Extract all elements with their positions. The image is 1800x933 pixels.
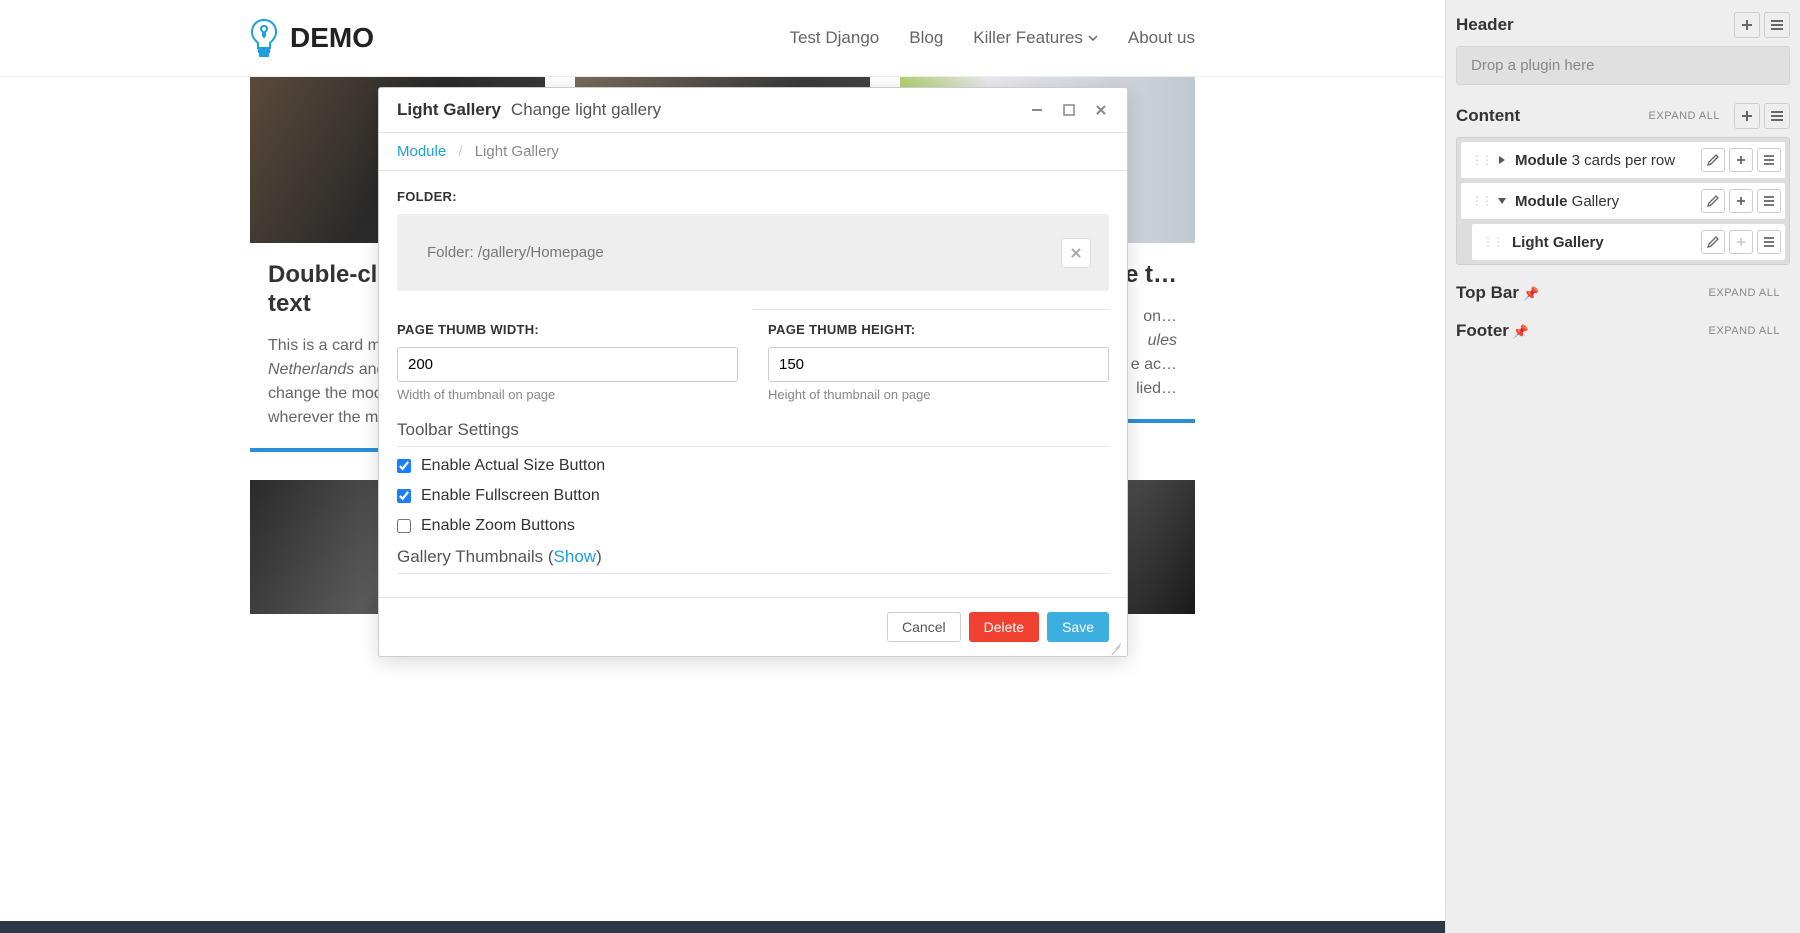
plugin-menu-button[interactable] — [1757, 230, 1781, 254]
plugin-light-gallery[interactable]: ⋮⋮ Light Gallery — [1471, 223, 1786, 261]
edit-plugin-button[interactable] — [1701, 148, 1725, 172]
topbar-section: Top Bar📌 EXPAND ALL — [1456, 283, 1790, 303]
show-thumbnails-link[interactable]: Show — [554, 547, 597, 566]
folder-label: FOLDER: — [397, 189, 1109, 204]
plugin-menu-button[interactable] — [1757, 148, 1781, 172]
plugin-label: Module 3 cards per row — [1511, 152, 1701, 169]
footer-section-title: Footer📌 — [1456, 321, 1709, 341]
modal-title: Light Gallery — [397, 100, 501, 120]
add-plugin-button[interactable] — [1734, 103, 1760, 129]
gallery-thumbnails-section: Gallery Thumbnails (Show) — [397, 547, 1109, 574]
breadcrumb-current: Light Gallery — [475, 143, 559, 160]
thumb-height-input[interactable] — [768, 347, 1109, 382]
thumb-width-label: PAGE THUMB WIDTH: — [397, 322, 738, 337]
structure-panel: Header Drop a plugin here Content EXPAND… — [1445, 0, 1800, 933]
expand-all-link[interactable]: EXPAND ALL — [1649, 110, 1720, 122]
plugin-module-gallery[interactable]: ⋮⋮ Module Gallery — [1460, 182, 1786, 220]
nav-link-about-us[interactable]: About us — [1128, 28, 1195, 48]
add-plugin-button[interactable] — [1734, 12, 1760, 38]
modal-header: Light Gallery Change light gallery — [379, 88, 1127, 133]
enable-fullscreen-checkbox[interactable] — [397, 489, 411, 503]
modal-body: FOLDER: Folder: /gallery/Homepage PAGE T… — [379, 171, 1127, 597]
pin-icon: 📌 — [1513, 324, 1529, 339]
header-section: Header Drop a plugin here — [1456, 12, 1790, 85]
enable-actual-size-checkbox[interactable] — [397, 459, 411, 473]
save-button[interactable]: Save — [1047, 612, 1109, 642]
toolbar-settings-heading: Toolbar Settings — [397, 420, 1109, 447]
main-content-area: DEMO Test Django Blog Killer Features Ab… — [0, 0, 1445, 933]
modal-footer: Cancel Delete Save — [379, 597, 1127, 656]
enable-zoom-label[interactable]: Enable Zoom Buttons — [421, 517, 575, 535]
enable-fullscreen-label[interactable]: Enable Fullscreen Button — [421, 487, 600, 505]
delete-button[interactable]: Delete — [969, 612, 1039, 642]
topbar-section-title: Top Bar📌 — [1456, 283, 1709, 303]
resize-handle[interactable] — [1111, 640, 1123, 652]
page-footer — [0, 921, 1445, 933]
plugin-module-3cards[interactable]: ⋮⋮ Module 3 cards per row — [1460, 141, 1786, 179]
light-gallery-modal: Light Gallery Change light gallery Modul… — [378, 87, 1128, 657]
modal-subtitle: Change light gallery — [511, 100, 661, 120]
brand-name: DEMO — [290, 22, 374, 54]
thumb-width-input[interactable] — [397, 347, 738, 382]
footer-section: Footer📌 EXPAND ALL — [1456, 321, 1790, 341]
expand-all-link[interactable]: EXPAND ALL — [1709, 325, 1780, 337]
section-menu-button[interactable] — [1764, 12, 1790, 38]
nav-link-blog[interactable]: Blog — [909, 28, 943, 48]
content-section-title: Content — [1456, 106, 1649, 126]
add-child-plugin-button-disabled — [1729, 230, 1753, 254]
folder-selector[interactable]: Folder: /gallery/Homepage — [397, 214, 1109, 291]
add-child-plugin-button[interactable] — [1729, 148, 1753, 172]
cancel-button[interactable]: Cancel — [887, 612, 961, 642]
nav-link-killer-features[interactable]: Killer Features — [973, 28, 1098, 48]
enable-zoom-checkbox[interactable] — [397, 519, 411, 533]
breadcrumb: Module / Light Gallery — [379, 133, 1127, 171]
plugin-label: Module Gallery — [1511, 193, 1701, 210]
drag-handle-icon[interactable]: ⋮⋮ — [1465, 198, 1497, 204]
header-section-title: Header — [1456, 15, 1730, 35]
nav-link-test-django[interactable]: Test Django — [789, 28, 879, 48]
clear-folder-button[interactable] — [1061, 238, 1091, 268]
thumb-height-help: Height of thumbnail on page — [768, 387, 1109, 402]
drag-handle-icon[interactable]: ⋮⋮ — [1476, 239, 1508, 245]
folder-path: Folder: /gallery/Homepage — [427, 244, 604, 261]
add-child-plugin-button[interactable] — [1729, 189, 1753, 213]
caret-down-icon[interactable] — [1497, 196, 1511, 206]
brand-logo[interactable]: DEMO — [250, 18, 374, 58]
nav-links: Test Django Blog Killer Features About u… — [789, 28, 1195, 48]
section-menu-button[interactable] — [1764, 103, 1790, 129]
pin-icon: 📌 — [1523, 286, 1539, 301]
thumb-width-help: Width of thumbnail on page — [397, 387, 738, 402]
minimize-icon[interactable] — [1029, 102, 1045, 118]
content-plugins: ⋮⋮ Module 3 cards per row ⋮⋮ Module Gall… — [1456, 137, 1790, 265]
close-icon[interactable] — [1093, 102, 1109, 118]
breadcrumb-root[interactable]: Module — [397, 143, 446, 160]
lightbulb-icon — [250, 18, 278, 58]
caret-right-icon[interactable] — [1497, 155, 1511, 165]
edit-plugin-button[interactable] — [1701, 230, 1725, 254]
enable-actual-size-label[interactable]: Enable Actual Size Button — [421, 457, 605, 475]
edit-plugin-button[interactable] — [1701, 189, 1725, 213]
expand-all-link[interactable]: EXPAND ALL — [1709, 287, 1780, 299]
plugin-menu-button[interactable] — [1757, 189, 1781, 213]
drag-handle-icon[interactable]: ⋮⋮ — [1465, 157, 1497, 163]
header-dropzone[interactable]: Drop a plugin here — [1456, 46, 1790, 85]
content-section: Content EXPAND ALL ⋮⋮ Module 3 cards per… — [1456, 103, 1790, 265]
plugin-label: Light Gallery — [1508, 234, 1701, 251]
chevron-down-icon — [1088, 35, 1098, 41]
top-nav: DEMO Test Django Blog Killer Features Ab… — [0, 0, 1445, 77]
maximize-icon[interactable] — [1061, 102, 1077, 118]
thumb-height-label: PAGE THUMB HEIGHT: — [768, 322, 1109, 337]
